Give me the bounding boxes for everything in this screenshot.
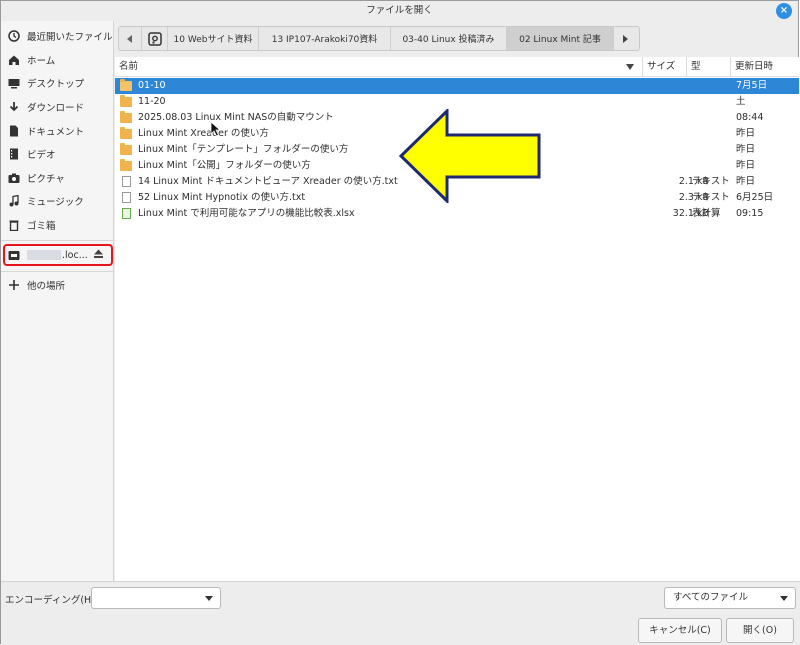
- file-open-dialog: ファイルを開く × 最近開いたファイル ホーム デスクトップ ダウンロード ドキ…: [0, 0, 800, 645]
- download-icon: [8, 101, 20, 113]
- text-file-icon: [122, 192, 131, 203]
- desktop-icon: [8, 77, 20, 89]
- encoding-select[interactable]: [91, 587, 221, 609]
- sidebar-item-documents[interactable]: ドキュメント: [1, 120, 114, 142]
- chevron-left-icon: [127, 34, 132, 43]
- list-header: 名前 サイズ 型 更新日時: [115, 57, 799, 77]
- column-header-modified[interactable]: 更新日時: [730, 57, 799, 77]
- sidebar-item-home[interactable]: ホーム: [1, 49, 114, 71]
- open-button[interactable]: 開く(O): [726, 618, 794, 643]
- sidebar-separator: [1, 271, 114, 272]
- video-icon: [8, 148, 20, 160]
- camera-icon: [8, 172, 20, 184]
- folder-icon: [120, 127, 132, 139]
- path-scroll-right-button[interactable]: [613, 27, 635, 50]
- highlight-annotation-box: [3, 244, 113, 266]
- file-row[interactable]: 01-10 7月5日: [115, 78, 799, 94]
- mouse-cursor-icon: [210, 121, 222, 137]
- folder-icon: [120, 111, 132, 123]
- encoding-label: エンコーディング(H):: [5, 595, 99, 606]
- text-file-icon: [122, 176, 131, 187]
- column-header-size[interactable]: サイズ: [642, 57, 686, 77]
- file-row[interactable]: Linux Mint で利用可能なアプリの機能比較表.xlsx 32.1 kB …: [115, 206, 799, 222]
- music-icon: [8, 195, 20, 207]
- close-icon: ×: [779, 5, 789, 16]
- sidebar-item-trash[interactable]: ゴミ箱: [1, 214, 114, 236]
- sidebar-item-downloads[interactable]: ダウンロード: [1, 96, 114, 118]
- sidebar-item-desktop[interactable]: デスクトップ: [1, 72, 114, 94]
- folder-icon: [120, 95, 132, 107]
- file-filter-select[interactable]: すべてのファイル: [664, 587, 796, 609]
- path-segment-current[interactable]: 02 Linux Mint 記事: [506, 27, 613, 50]
- close-button[interactable]: ×: [776, 3, 792, 19]
- window-title: ファイルを開く: [366, 5, 433, 16]
- path-scroll-left-button[interactable]: [119, 27, 141, 50]
- clock-icon: [8, 30, 20, 42]
- cancel-button[interactable]: キャンセル(C): [638, 618, 722, 643]
- trash-icon: [8, 219, 20, 231]
- chevron-down-icon: [780, 596, 788, 601]
- path-root-button[interactable]: [141, 27, 167, 50]
- home-icon: [8, 54, 20, 66]
- plus-icon: [8, 279, 20, 291]
- sidebar-item-recent[interactable]: 最近開いたファイル: [1, 25, 114, 47]
- column-header-type[interactable]: 型: [686, 57, 730, 77]
- sidebar-item-other-places[interactable]: 他の場所: [1, 274, 114, 296]
- title-bar: ファイルを開く ×: [1, 1, 798, 21]
- places-sidebar: 最近開いたファイル ホーム デスクトップ ダウンロード ドキュメント ビデオ ピ…: [1, 21, 114, 581]
- chevron-right-icon: [622, 34, 628, 43]
- sidebar-item-pictures[interactable]: ピクチャ: [1, 167, 114, 189]
- sidebar-item-music[interactable]: ミュージック: [1, 190, 114, 212]
- path-segment[interactable]: 03-40 Linux 投稿済み: [390, 27, 506, 50]
- column-header-name[interactable]: 名前: [119, 57, 639, 77]
- folder-icon: [120, 159, 132, 171]
- sidebar-separator: [1, 240, 114, 241]
- folder-icon: [120, 79, 132, 91]
- sidebar-item-videos[interactable]: ビデオ: [1, 143, 114, 165]
- path-segment[interactable]: 10 Webサイト資料: [167, 27, 258, 50]
- file-row[interactable]: 11-20 土: [115, 94, 799, 110]
- path-bar: 10 Webサイト資料 13 IP107-Arakoki70資料 03-40 L…: [118, 26, 640, 51]
- chevron-down-icon: [205, 596, 213, 601]
- spreadsheet-file-icon: [122, 208, 131, 219]
- document-icon: [8, 125, 20, 137]
- dialog-footer: エンコーディング(H): すべてのファイル キャンセル(C) 開く(O): [1, 581, 800, 645]
- folder-icon: [120, 143, 132, 155]
- drive-icon: [147, 31, 162, 46]
- path-segment[interactable]: 13 IP107-Arakoki70資料: [258, 27, 390, 50]
- annotation-arrow: [399, 109, 541, 203]
- sort-descending-icon: [626, 64, 634, 70]
